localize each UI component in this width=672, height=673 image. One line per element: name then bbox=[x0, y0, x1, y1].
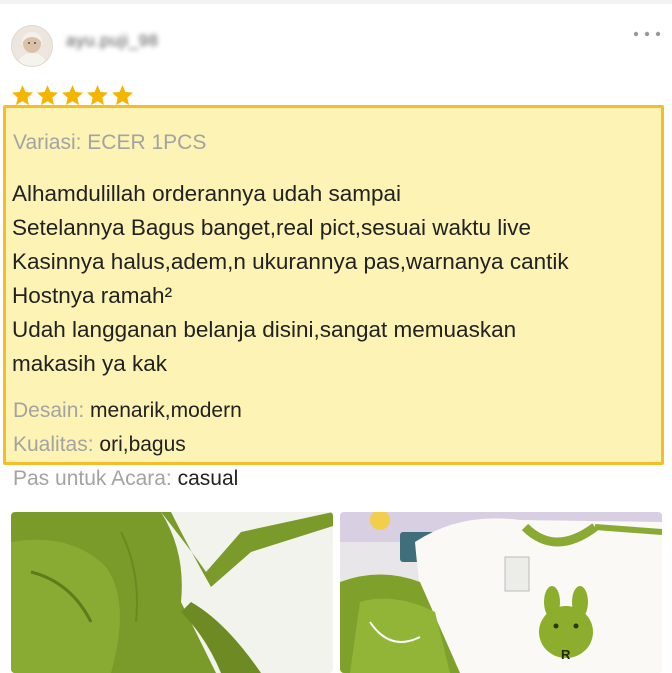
user-avatar[interactable] bbox=[11, 25, 53, 67]
attribute-pas-untuk-acara: Pas untuk Acara: casual bbox=[13, 467, 238, 491]
attribute-value: ori,bagus bbox=[99, 433, 186, 456]
review-line: Alhamdulillah orderannya udah sampai bbox=[12, 181, 401, 206]
attribute-value: menarik,modern bbox=[90, 399, 242, 422]
username[interactable]: ayu.puji_98 bbox=[66, 31, 158, 51]
svg-text:R: R bbox=[561, 647, 571, 662]
review-photo-2[interactable]: R bbox=[340, 512, 662, 673]
attribute-label: Desain: bbox=[13, 399, 85, 422]
review-photo-1[interactable] bbox=[11, 512, 333, 673]
review-line: Hostnya ramah² bbox=[12, 283, 173, 308]
attribute-value: casual bbox=[177, 467, 239, 490]
more-dots-icon[interactable] bbox=[632, 24, 664, 44]
attribute-label: Kualitas: bbox=[13, 433, 94, 456]
top-divider bbox=[0, 0, 672, 4]
variation-label: Variasi: ECER 1PCS bbox=[13, 131, 207, 154]
review-line: Setelannya Bagus banget,real pict,sesuai… bbox=[12, 215, 532, 240]
attribute-label: Pas untuk Acara: bbox=[13, 467, 172, 490]
review-line: makasih ya kak bbox=[12, 351, 168, 376]
attribute-kualitas: Kualitas: ori,bagus bbox=[13, 433, 186, 457]
review-line: Udah langganan belanja disini,sangat mem… bbox=[12, 317, 517, 342]
review-line: Kasinnya halus,adem,n ukurannya pas,warn… bbox=[12, 249, 569, 274]
attribute-desain: Desain: menarik,modern bbox=[13, 399, 242, 423]
review-text: Alhamdulillah orderannya udah sampai Set… bbox=[12, 177, 569, 381]
